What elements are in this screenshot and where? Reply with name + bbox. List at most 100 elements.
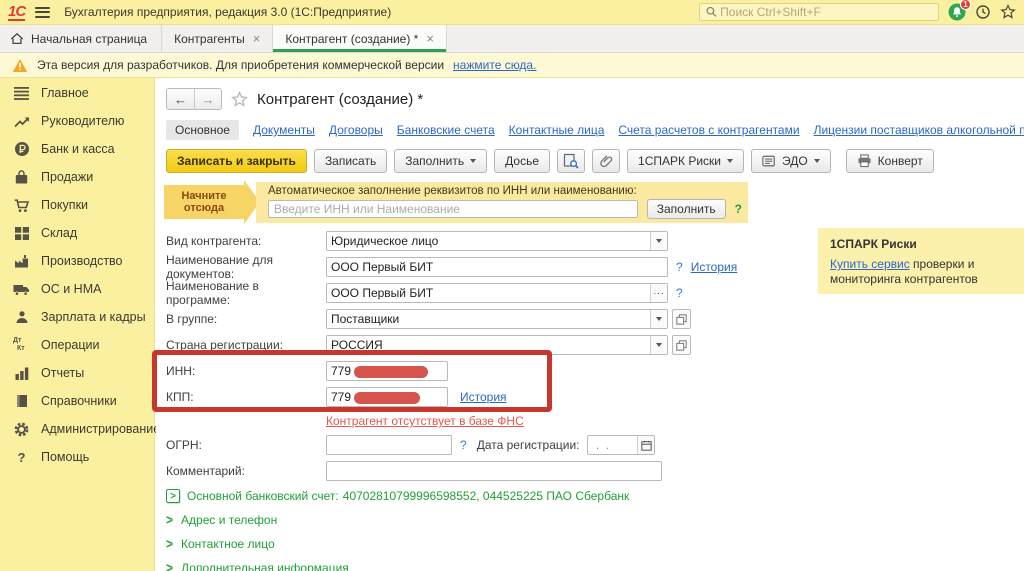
bank-account-value[interactable]: 40702810799996598552, 044525225 ПАО Сбер… [343,489,629,503]
open-button[interactable] [672,309,691,329]
sidebar-item-spravochniki[interactable]: Справочники [0,387,154,415]
spark-risks-panel: 1СПАРК Риски Купить сервис проверки и мо… [818,228,1024,294]
name-docs-history-link[interactable]: История [691,260,738,274]
help-icon[interactable] [676,286,683,300]
combo-dropdown-button[interactable] [650,336,667,354]
autofill-fill-button[interactable]: Заполнить [647,199,726,219]
paperclip-icon [599,154,614,169]
sidebar-item-os-i-nma[interactable]: ОС и НМА [0,275,154,303]
tab-scheta-raschetov[interactable]: Счета расчетов с контрагентами [618,123,799,137]
spark-risks-button[interactable]: 1СПАРК Риски [627,149,744,173]
forward-button[interactable] [194,89,221,109]
field-label: Наименование для документов: [166,253,326,281]
kind-combobox[interactable] [326,231,668,251]
name-prog-value[interactable] [327,284,650,302]
expander-additional-info[interactable]: Дополнительная информация [156,556,1024,571]
field-row-country: Страна регистрации: [156,332,1024,358]
close-icon[interactable] [253,32,261,45]
bank-account-label[interactable]: Основной банковский счет: [187,489,339,503]
ogrn-field[interactable] [326,435,452,455]
expander-address-phone[interactable]: Адрес и телефон [156,508,1024,532]
edo-button[interactable]: ЭДО [751,149,831,173]
sidebar-item-sklad[interactable]: Склад [0,219,154,247]
kpp-field[interactable] [326,387,448,407]
reg-date-label: Дата регистрации: [477,438,580,452]
open-button[interactable] [672,335,691,355]
help-icon[interactable] [735,202,742,216]
sidebar-label: Продажи [41,170,93,184]
sidebar-item-administrirovanie[interactable]: Администрирование [0,415,154,443]
help-icon[interactable] [460,438,467,452]
combo-dropdown-button[interactable] [650,310,667,328]
cart-icon [13,197,30,213]
ogrn-value[interactable] [327,436,451,454]
tab-home[interactable]: Начальная страница [0,25,161,52]
kind-value[interactable] [327,232,650,250]
expander-label: Дополнительная информация [181,561,349,571]
back-button[interactable] [167,89,194,109]
history-button[interactable] [975,4,991,20]
sidebar-item-bank-i-kassa[interactable]: Банк и касса [0,135,154,163]
expander-contact-person[interactable]: Контактное лицо [156,532,1024,556]
tab-dokumenty[interactable]: Документы [253,123,315,137]
save-button[interactable]: Записать [314,149,387,173]
favorites-button[interactable] [1000,4,1016,20]
favorite-star-icon[interactable] [231,91,248,108]
notifications-button[interactable]: 1 [948,3,966,21]
choose-button[interactable] [650,284,667,302]
sidebar-item-otchety[interactable]: Отчеты [0,359,154,387]
country-combobox[interactable] [326,335,668,355]
group-value[interactable] [327,310,650,328]
save-and-close-button[interactable]: Записать и закрыть [166,149,307,173]
sidebar-item-operatsii[interactable]: ДтКт Операции [0,331,154,359]
sidebar-item-prodazhi[interactable]: Продажи [0,163,154,191]
field-label: КПП: [166,390,326,404]
buy-commercial-link[interactable]: нажмите сюда. [453,58,536,72]
tab-bankovskie-scheta[interactable]: Банковские счета [397,123,495,137]
global-search[interactable] [699,3,939,21]
name-docs-field[interactable] [326,257,668,277]
tab-osnovnoe[interactable]: Основное [166,120,239,140]
sidebar-item-glavnoe[interactable]: Главное [0,79,154,107]
tab-label: Контрагент (создание) * [285,32,418,46]
search-input[interactable] [718,4,933,20]
kpp-history-link[interactable]: История [460,390,507,404]
sidebar-item-proizvodstvo[interactable]: Производство [0,247,154,275]
tab-kontaktnye-litsa[interactable]: Контактные лица [509,123,605,137]
envelope-button[interactable]: Конверт [846,149,934,173]
factory-icon [13,253,30,269]
group-combobox[interactable] [326,309,668,329]
name-prog-field[interactable] [326,283,668,303]
tab-dogovory[interactable]: Договоры [329,123,383,137]
attachments-button[interactable] [592,149,620,173]
open-icon [676,314,687,325]
inn-field[interactable] [326,361,448,381]
close-icon[interactable] [426,32,434,45]
calendar-button[interactable] [637,436,654,454]
tab-kontragent-create[interactable]: Контрагент (создание) * [272,25,447,52]
comment-field[interactable] [326,461,662,481]
fns-missing-link[interactable]: Контрагент отсутствует в базе ФНС [326,414,524,428]
comment-value[interactable] [327,462,661,480]
field-row-ogrn: ОГРН: Дата регистрации: [156,432,1024,458]
main-menu-icon[interactable] [35,7,50,18]
combo-dropdown-button[interactable] [650,232,667,250]
buy-service-link[interactable]: Купить сервис [830,257,910,271]
reg-date-field[interactable] [587,435,655,455]
sidebar-item-pokupki[interactable]: Покупки [0,191,154,219]
country-value[interactable] [327,336,650,354]
preview-button[interactable] [557,149,585,173]
sidebar-item-rukovoditelyu[interactable]: Руководителю [0,107,154,135]
inn-or-name-input[interactable] [268,200,638,218]
dossier-button[interactable]: Досье [494,149,550,173]
tab-litsenzii[interactable]: Лицензии поставщиков алкогольной продукц… [814,123,1024,137]
sidebar-item-pomosch[interactable]: ? Помощь [0,443,154,471]
expand-icon[interactable] [166,489,180,503]
reg-date-value[interactable] [588,436,637,454]
sidebar-item-zarplata-i-kadry[interactable]: Зарплата и кадры [0,303,154,331]
name-docs-value[interactable] [327,258,667,276]
fill-menu-button[interactable]: Заполнить [394,149,487,173]
help-icon[interactable] [676,260,683,274]
trend-arrow-icon [13,113,30,129]
tab-kontragenty[interactable]: Контрагенты [161,25,272,52]
